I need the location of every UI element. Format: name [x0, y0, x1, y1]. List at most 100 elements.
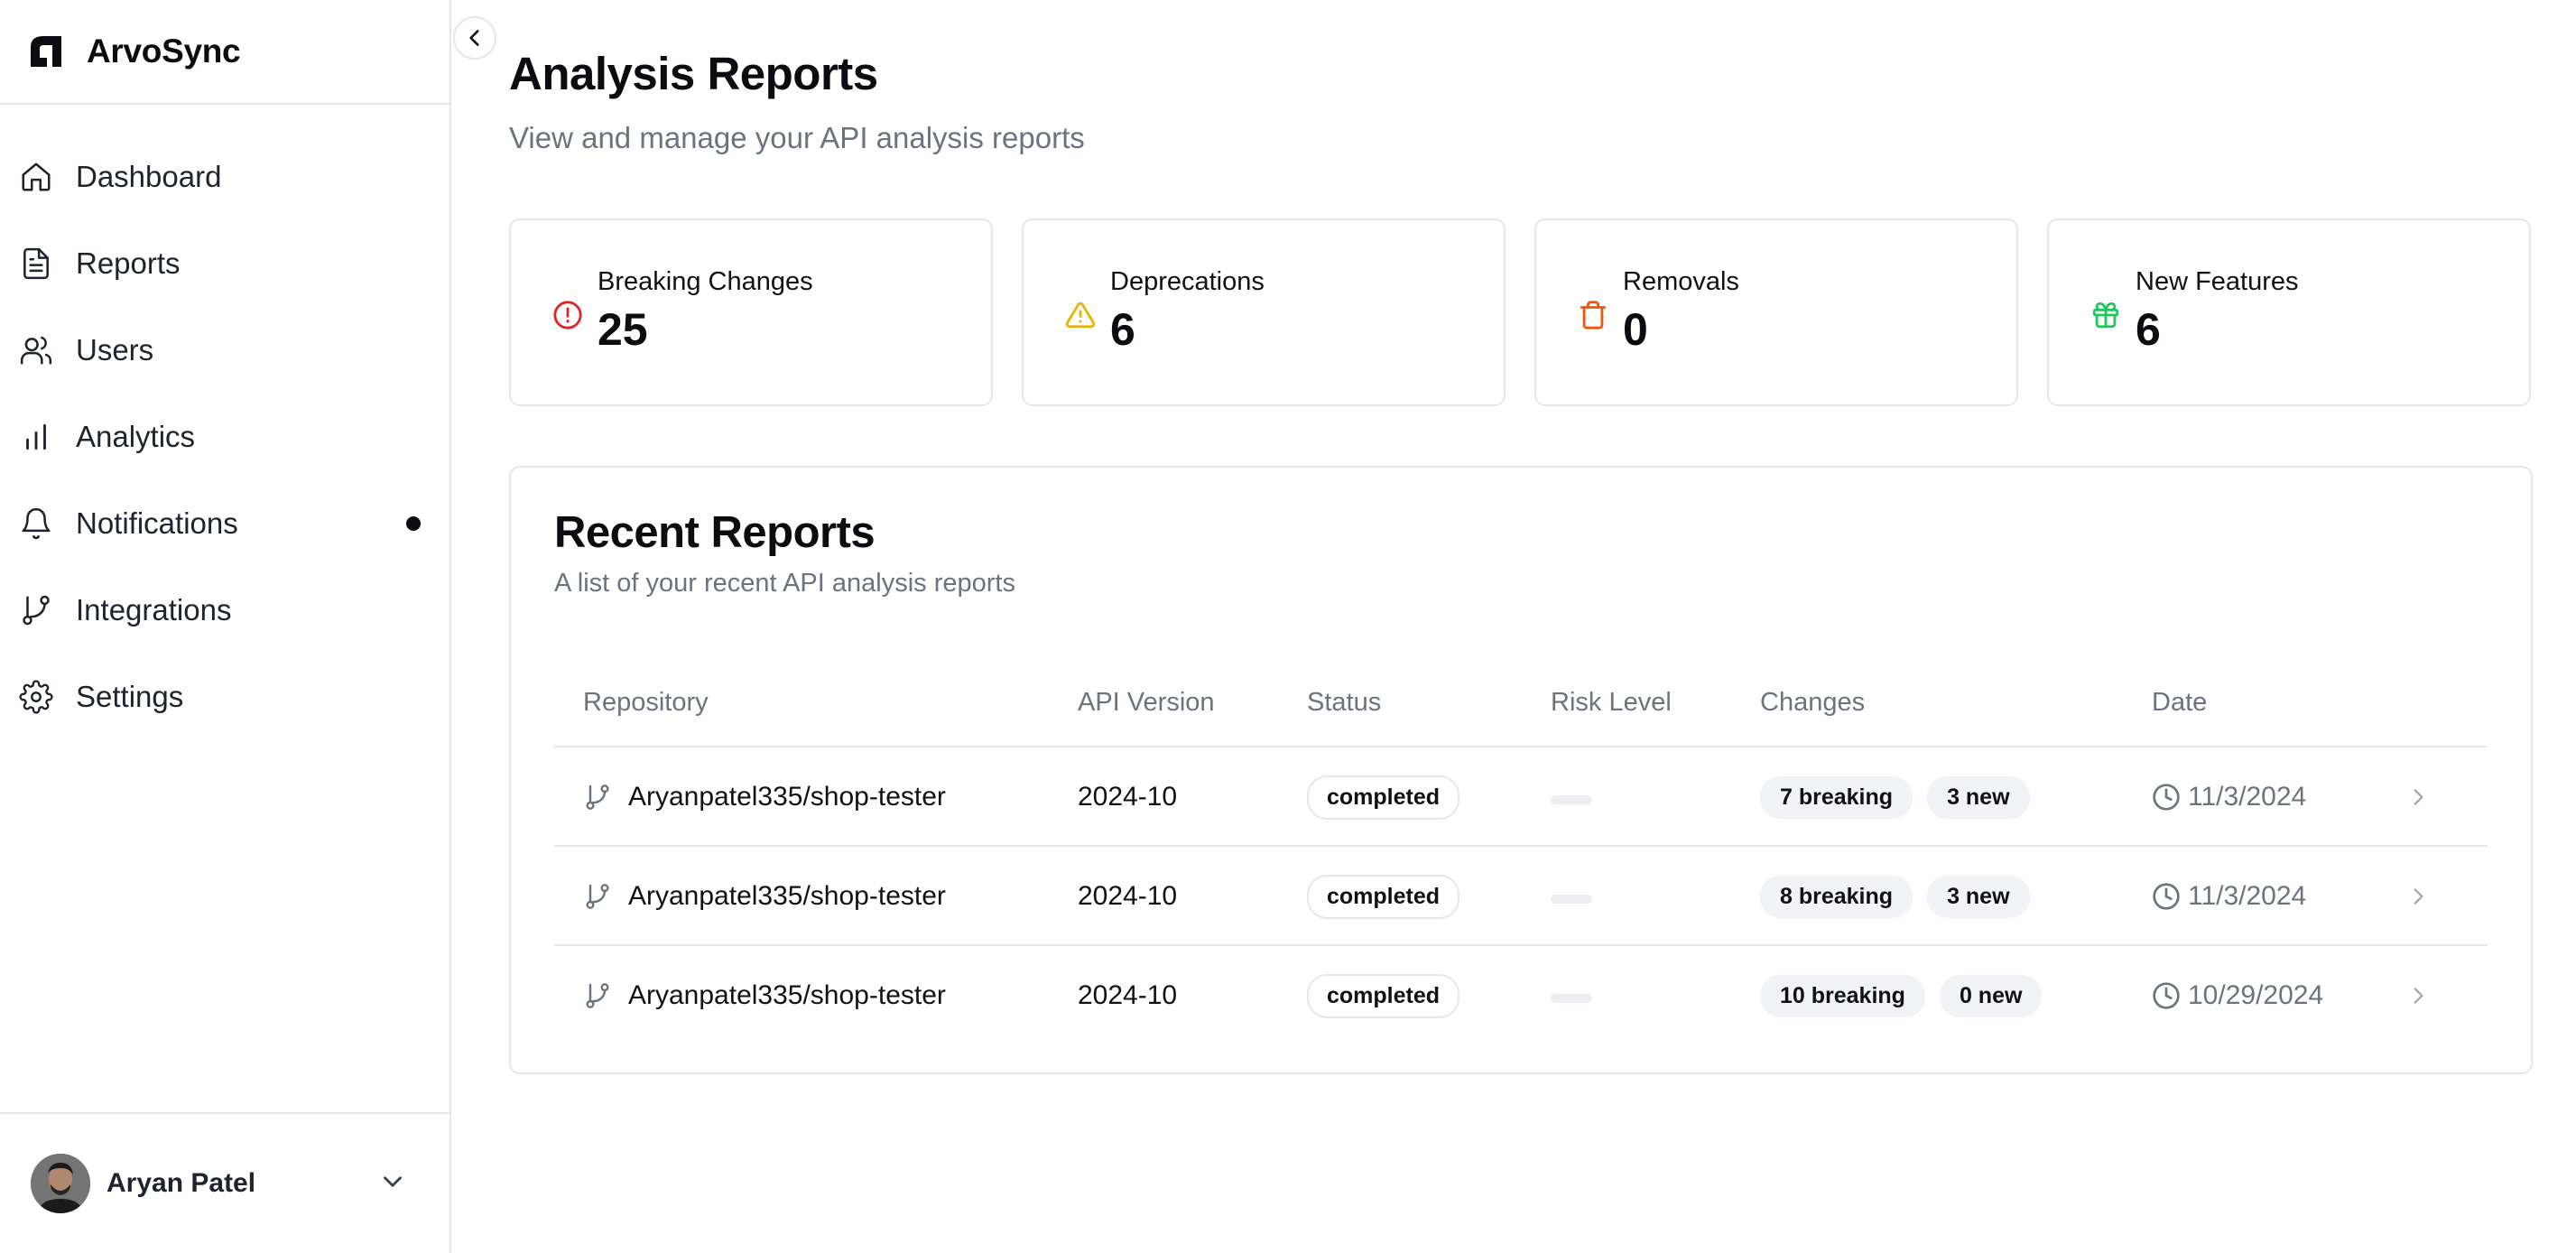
- alert-circle-icon: [553, 301, 582, 329]
- status-cell: completed: [1307, 847, 1460, 946]
- warning-triangle-icon: [1065, 302, 1096, 329]
- date-cell: 11/3/2024: [2152, 847, 2306, 946]
- stat-value: 25: [598, 304, 648, 355]
- stat-label: Breaking Changes: [598, 267, 813, 296]
- stat-value: 6: [1110, 304, 1135, 355]
- sidebar-item-notifications[interactable]: Notifications: [0, 480, 449, 567]
- sidebar: ArvoSync Dashboard Reports Users Analyti…: [0, 0, 451, 1253]
- sidebar-item-analytics[interactable]: Analytics: [0, 394, 449, 480]
- sidebar-item-settings[interactable]: Settings: [0, 654, 449, 740]
- recent-reports-card: Recent Reports A list of your recent API…: [509, 466, 2533, 1074]
- column-header-risk-level: Risk Level: [1551, 688, 1672, 717]
- repository-name: Aryanpatel335/shop-tester: [628, 881, 946, 911]
- sidebar-item-dashboard[interactable]: Dashboard: [0, 134, 449, 220]
- user-name: Aryan Patel: [107, 1168, 256, 1198]
- row-action-cell: [2406, 847, 2430, 946]
- git-branch-icon: [586, 884, 609, 909]
- status-cell: completed: [1307, 747, 1460, 847]
- report-date: 11/3/2024: [2188, 782, 2307, 812]
- chevron-left-icon: [469, 30, 479, 46]
- date-cell: 11/3/2024: [2152, 747, 2306, 847]
- status-cell: completed: [1307, 946, 1460, 1045]
- breaking-count-badge: 7 breaking: [1760, 775, 1913, 819]
- sidebar-item-label: Analytics: [76, 420, 196, 453]
- repository-name: Aryanpatel335/shop-tester: [628, 782, 946, 812]
- status-badge: completed: [1307, 973, 1460, 1018]
- stat-label: Removals: [1623, 267, 1739, 296]
- recent-reports-subtitle: A list of your recent API analysis repor…: [554, 569, 1015, 598]
- bar-chart-icon: [18, 419, 54, 455]
- collapse-sidebar-button[interactable]: [453, 16, 496, 60]
- row-action-cell: [2406, 747, 2430, 847]
- stat-card-breaking-changes: Breaking Changes 25: [509, 218, 993, 406]
- app-root: ArvoSync Dashboard Reports Users Analyti…: [0, 0, 2576, 1253]
- api-version-cell: 2024-10: [1078, 747, 1177, 847]
- git-branch-icon: [586, 983, 609, 1008]
- new-count-badge: 3 new: [1927, 775, 2030, 819]
- page-title: Analysis Reports: [509, 48, 878, 99]
- notification-dot: [406, 516, 421, 531]
- user-menu[interactable]: Aryan Patel: [0, 1112, 449, 1253]
- new-count-badge: 3 new: [1927, 875, 2030, 918]
- sidebar-item-label: Users: [76, 333, 154, 367]
- brand[interactable]: ArvoSync: [0, 0, 449, 105]
- sidebar-item-users[interactable]: Users: [0, 307, 449, 394]
- file-text-icon: [18, 246, 54, 282]
- users-icon: [18, 332, 54, 368]
- git-branch-icon: [586, 784, 609, 810]
- avatar: [31, 1154, 90, 1213]
- chevron-right-icon[interactable]: [2406, 785, 2430, 809]
- stats-row: Breaking Changes 25 Deprecations 6 Remov…: [509, 218, 2551, 406]
- risk-level-bar: [1551, 895, 1592, 904]
- column-header-api-version: API Version: [1078, 688, 1215, 717]
- report-date: 11/3/2024: [2188, 881, 2307, 911]
- sidebar-item-label: Settings: [76, 680, 184, 713]
- recent-reports-title: Recent Reports: [554, 508, 876, 557]
- chevron-right-icon[interactable]: [2406, 885, 2430, 908]
- report-date: 10/29/2024: [2188, 980, 2324, 1010]
- gift-icon: [2092, 302, 2119, 329]
- api-version: 2024-10: [1078, 881, 1178, 911]
- column-header-changes: Changes: [1760, 688, 1866, 717]
- breaking-count-badge: 10 breaking: [1760, 974, 1925, 1017]
- sidebar-item-label: Notifications: [76, 506, 238, 540]
- page-subtitle: View and manage your API analysis report…: [509, 121, 1085, 154]
- clock-icon: [2153, 982, 2180, 1009]
- column-header-status: Status: [1307, 688, 1382, 717]
- table-row[interactable]: Aryanpatel335/shop-tester 2024-10 comple…: [554, 747, 2488, 847]
- reports-table: Repository API Version Status Risk Level…: [554, 654, 2488, 1045]
- breaking-count-badge: 8 breaking: [1760, 875, 1913, 918]
- changes-cell: 8 breaking 3 new: [1760, 847, 2044, 946]
- sidebar-nav: Dashboard Reports Users Analytics Notifi…: [0, 134, 449, 740]
- stat-label: New Features: [2136, 267, 2299, 296]
- stat-label: Deprecations: [1110, 267, 1265, 296]
- repository-cell: Aryanpatel335/shop-tester: [583, 747, 946, 847]
- repository-cell: Aryanpatel335/shop-tester: [583, 946, 946, 1045]
- sidebar-item-integrations[interactable]: Integrations: [0, 567, 449, 654]
- risk-level-bar: [1551, 795, 1592, 804]
- clock-icon: [2153, 784, 2180, 811]
- row-action-cell: [2406, 946, 2430, 1045]
- changes-cell: 7 breaking 3 new: [1760, 747, 2044, 847]
- api-version: 2024-10: [1078, 782, 1178, 812]
- trash-icon: [1580, 301, 1607, 329]
- risk-level-cell: [1551, 946, 1592, 1045]
- table-row[interactable]: Aryanpatel335/shop-tester 2024-10 comple…: [554, 847, 2488, 946]
- sidebar-item-label: Dashboard: [76, 160, 222, 193]
- sidebar-item-label: Integrations: [76, 593, 232, 626]
- new-count-badge: 0 new: [1939, 974, 2043, 1017]
- table-header: Repository API Version Status Risk Level…: [554, 654, 2488, 747]
- stat-card-new-features: New Features 6: [2047, 218, 2531, 406]
- api-version: 2024-10: [1078, 980, 1178, 1010]
- stat-card-removals: Removals 0: [1534, 218, 2018, 406]
- changes-cell: 10 breaking 0 new: [1760, 946, 2056, 1045]
- git-branch-icon: [18, 592, 54, 628]
- brand-name: ArvoSync: [87, 32, 241, 70]
- chevron-down-icon[interactable]: [377, 1166, 408, 1197]
- repository-cell: Aryanpatel335/shop-tester: [583, 847, 946, 946]
- sidebar-item-reports[interactable]: Reports: [0, 220, 449, 307]
- chevron-right-icon[interactable]: [2406, 984, 2430, 1007]
- table-row[interactable]: Aryanpatel335/shop-tester 2024-10 comple…: [554, 946, 2488, 1045]
- date-cell: 10/29/2024: [2152, 946, 2323, 1045]
- gear-icon: [18, 679, 54, 715]
